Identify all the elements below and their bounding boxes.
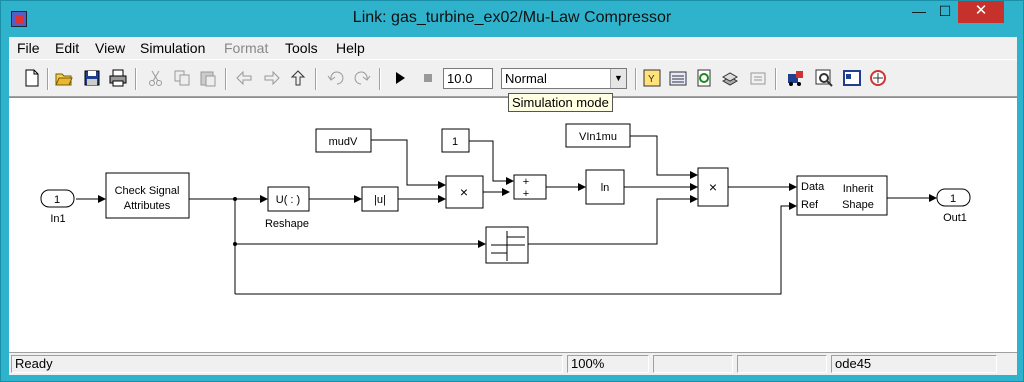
model-properties-icon[interactable]: [843, 69, 861, 87]
svg-text:mudV: mudV: [329, 136, 358, 148]
svg-text:1: 1: [950, 193, 956, 205]
stop-icon: [424, 74, 432, 82]
model-explorer-icon[interactable]: Y: [643, 69, 661, 87]
svg-text:U( : ): U( : ): [276, 194, 300, 206]
reshape-block[interactable]: U( : ) Reshape: [265, 186, 310, 230]
chevron-down-icon[interactable]: ▼: [610, 69, 626, 88]
menu-edit[interactable]: Edit: [55, 40, 79, 56]
check-signal-attributes-block[interactable]: Check Signal Attributes: [105, 172, 190, 219]
model-canvas[interactable]: 1 In1 Check Signal Attributes U( : ) Res…: [9, 98, 1017, 353]
stop-time-field[interactable]: 10.0: [443, 68, 493, 89]
svg-text:|u|: |u|: [374, 194, 386, 206]
block-diagram[interactable]: 1 In1 Check Signal Attributes U( : ) Res…: [9, 98, 1017, 353]
zoom-level: 100%: [567, 355, 649, 373]
inherit-shape-block[interactable]: Data Ref Inherit Shape: [796, 175, 888, 216]
abs-block[interactable]: |u|: [361, 186, 399, 212]
find-icon[interactable]: [815, 69, 833, 87]
svg-text:+: +: [523, 188, 529, 200]
paste-icon: [200, 71, 216, 87]
svg-text:1: 1: [452, 136, 458, 148]
svg-text:Y: Y: [648, 74, 655, 85]
toolbar: 10.0 Normal ▼ Y: [9, 59, 1017, 97]
forward-icon: [264, 70, 280, 86]
undo-icon: [327, 71, 344, 85]
profiler-icon[interactable]: [869, 69, 887, 87]
svg-text:1: 1: [54, 194, 60, 206]
svg-text:In1: In1: [50, 213, 65, 225]
run-icon[interactable]: [391, 69, 409, 87]
update-diagram-icon[interactable]: [695, 69, 713, 87]
status-message: Ready: [11, 355, 563, 373]
status-cell-empty: [737, 355, 827, 373]
branch-point: [233, 242, 237, 246]
new-model-icon[interactable]: [23, 69, 41, 87]
status-bar: Ready 100% ode45: [9, 353, 1017, 375]
close-button[interactable]: ✕: [958, 1, 1004, 23]
back-icon: [236, 70, 252, 86]
minimize-button[interactable]: —: [906, 1, 932, 23]
solver-name: ode45: [831, 355, 997, 373]
menu-tools[interactable]: Tools: [285, 40, 318, 56]
svg-text:Reshape: Reshape: [265, 218, 309, 230]
sign-block[interactable]: [485, 226, 529, 264]
ln-block[interactable]: ln: [585, 169, 625, 205]
mudv-constant-block[interactable]: mudV: [315, 128, 372, 153]
title-bar[interactable]: Link: gas_turbine_ex02/Mu-Law Compressor…: [1, 1, 1023, 37]
build-icon[interactable]: [721, 69, 739, 87]
svg-text:×: ×: [460, 184, 468, 200]
sum-block[interactable]: + +: [513, 174, 547, 200]
cut-icon: [149, 70, 162, 86]
simulation-mode-value: Normal: [505, 71, 547, 86]
inport-in1[interactable]: 1 In1: [40, 189, 75, 225]
menu-simulation[interactable]: Simulation: [140, 40, 205, 56]
svg-text:Out1: Out1: [943, 212, 967, 224]
simulink-window: Link: gas_turbine_ex02/Mu-Law Compressor…: [0, 0, 1024, 382]
menu-file[interactable]: File: [17, 40, 40, 56]
outport-out1[interactable]: 1 Out1: [936, 188, 971, 224]
open-icon[interactable]: [55, 69, 73, 87]
svg-text:Shape: Shape: [842, 199, 874, 211]
redo-icon: [354, 71, 371, 85]
print-icon[interactable]: [109, 69, 127, 87]
maximize-button[interactable]: ☐: [932, 1, 958, 23]
menu-view[interactable]: View: [95, 40, 125, 56]
simulation-mode-tooltip: Simulation mode: [508, 93, 613, 112]
vin1mu-constant-block[interactable]: VIn1mu: [565, 123, 631, 148]
svg-text:×: ×: [709, 179, 717, 195]
library-browser-icon[interactable]: [669, 69, 687, 87]
svg-text:Attributes: Attributes: [124, 200, 171, 212]
svg-text:Ref: Ref: [801, 199, 819, 211]
svg-text:VIn1mu: VIn1mu: [579, 131, 617, 143]
product-block[interactable]: ×: [445, 175, 484, 209]
menu-bar: File Edit View Simulation Format Tools H…: [9, 37, 1017, 59]
save-icon[interactable]: [83, 69, 101, 87]
branch-point: [233, 197, 237, 201]
status-cell-empty: [653, 355, 733, 373]
model-advisor-icon[interactable]: [787, 69, 805, 87]
svg-text:Check Signal: Check Signal: [115, 185, 180, 197]
product-block[interactable]: ×: [697, 167, 729, 207]
svg-text:+: +: [523, 176, 529, 188]
svg-text:Inherit: Inherit: [843, 183, 874, 195]
window-title: Link: gas_turbine_ex02/Mu-Law Compressor: [352, 9, 672, 26]
simulation-mode-select[interactable]: Normal ▼: [501, 68, 627, 89]
constant-one-block[interactable]: 1: [441, 128, 470, 153]
copy-icon: [174, 70, 190, 86]
svg-text:Data: Data: [801, 181, 825, 193]
debug-icon: [750, 72, 766, 85]
menu-format: Format: [224, 40, 269, 56]
menu-help[interactable]: Help: [336, 40, 365, 56]
svg-text:ln: ln: [601, 182, 610, 194]
up-level-icon[interactable]: [289, 69, 307, 87]
